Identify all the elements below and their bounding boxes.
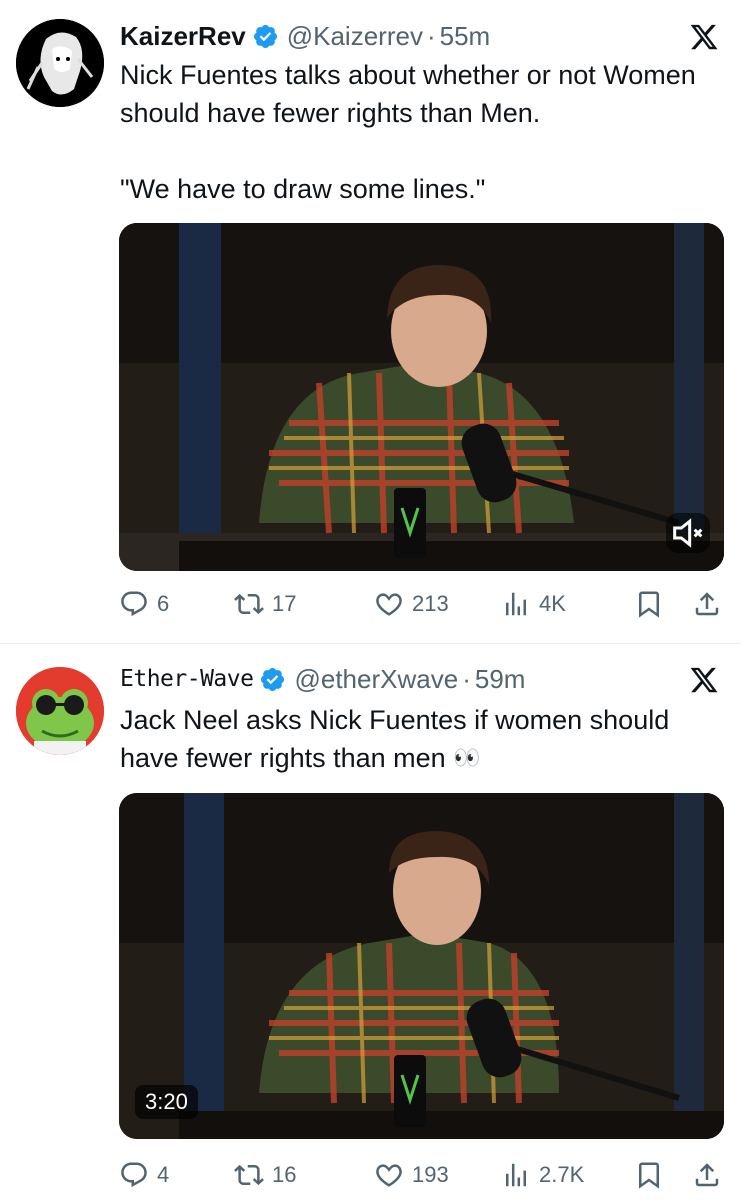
x-logo-icon: [690, 24, 718, 50]
tweet-text: Jack Neel asks Nick Fuentes if women sho…: [120, 701, 717, 777]
views-button[interactable]: 2.7K: [501, 1157, 584, 1193]
verified-badge-icon: [253, 24, 277, 48]
bookmark-icon: [639, 591, 659, 618]
share-icon: [695, 1163, 719, 1187]
timestamp[interactable]: 55m: [440, 21, 491, 52]
display-name[interactable]: Ether-Wave: [120, 666, 254, 692]
tweet-text-body: Jack Neel asks Nick Fuentes if women sho…: [120, 705, 670, 773]
separator: ·: [426, 20, 436, 51]
like-button[interactable]: 213: [374, 586, 449, 622]
video-duration-badge: 3:20: [135, 1085, 198, 1119]
tweet-header: KaizerRev @Kaizerrev · 55m: [120, 16, 651, 56]
reply-button[interactable]: 4: [119, 1157, 169, 1193]
video-thumbnail: [119, 793, 724, 1139]
handle[interactable]: @etherXwave: [294, 664, 458, 695]
reply-button[interactable]: 6: [119, 586, 169, 622]
display-name[interactable]: KaizerRev: [120, 21, 246, 52]
view-count: 2.7K: [539, 1162, 585, 1187]
retweet-count: 17: [272, 591, 297, 616]
x-logo-icon: [690, 667, 718, 693]
separator: ·: [462, 663, 471, 694]
tweet-card[interactable]: Ether-Wave @etherXwave · 59m Jack Neel a…: [0, 645, 741, 1200]
tweet-card[interactable]: KaizerRev @Kaizerrev · 55m Nick Fuentes …: [0, 0, 741, 643]
tweet-text-quote: "We have to draw some lines.": [120, 174, 486, 204]
like-count: 193: [412, 1162, 449, 1187]
tweet-actions: 4 16 193 2.7K: [119, 1157, 721, 1193]
like-button[interactable]: 193: [374, 1157, 449, 1193]
views-icon: [506, 1163, 526, 1187]
reply-count: 6: [157, 591, 170, 616]
video-player[interactable]: [119, 223, 724, 571]
video-player[interactable]: 3:20: [119, 793, 724, 1139]
bookmark-icon: [639, 1162, 659, 1189]
tweet-header: Ether-Wave @etherXwave · 59m: [120, 659, 651, 699]
avatar[interactable]: [16, 667, 104, 755]
reply-icon: [121, 1162, 147, 1188]
retweet-count: 16: [272, 1162, 297, 1187]
tweet-actions: 6 17 213 4K: [119, 586, 721, 622]
reply-icon: [121, 591, 147, 617]
bookmark-button[interactable]: [634, 586, 664, 622]
bookmark-button[interactable]: [634, 1157, 664, 1193]
reply-count: 4: [157, 1162, 170, 1187]
like-icon: [376, 593, 402, 616]
tweet-text: Nick Fuentes talks about whether or not …: [120, 56, 717, 208]
mute-button[interactable]: [666, 513, 710, 553]
video-thumbnail: [119, 223, 724, 571]
avatar[interactable]: [16, 19, 104, 107]
tweet-divider: [0, 643, 741, 644]
like-icon: [376, 1164, 402, 1187]
retweet-icon: [234, 1164, 264, 1186]
retweet-icon: [234, 593, 264, 615]
views-icon: [506, 592, 526, 616]
tweet-text-line: Nick Fuentes talks about whether or not …: [120, 60, 696, 128]
eyes-emoji: 👀: [453, 745, 481, 770]
like-count: 213: [412, 591, 449, 616]
retweet-button[interactable]: 17: [234, 586, 296, 622]
views-button[interactable]: 4K: [501, 586, 566, 622]
share-button[interactable]: [692, 586, 722, 622]
mute-icon: [673, 518, 703, 548]
verified-badge-icon: [261, 667, 285, 691]
share-button[interactable]: [692, 1157, 722, 1193]
timestamp[interactable]: 59m: [475, 664, 526, 695]
retweet-button[interactable]: 16: [234, 1157, 296, 1193]
handle[interactable]: @Kaizerrev: [287, 21, 423, 52]
view-count: 4K: [539, 591, 566, 616]
tweet-text-line: Jack Neel asks Nick Fuentes if women sho…: [120, 701, 717, 777]
share-icon: [695, 592, 719, 616]
